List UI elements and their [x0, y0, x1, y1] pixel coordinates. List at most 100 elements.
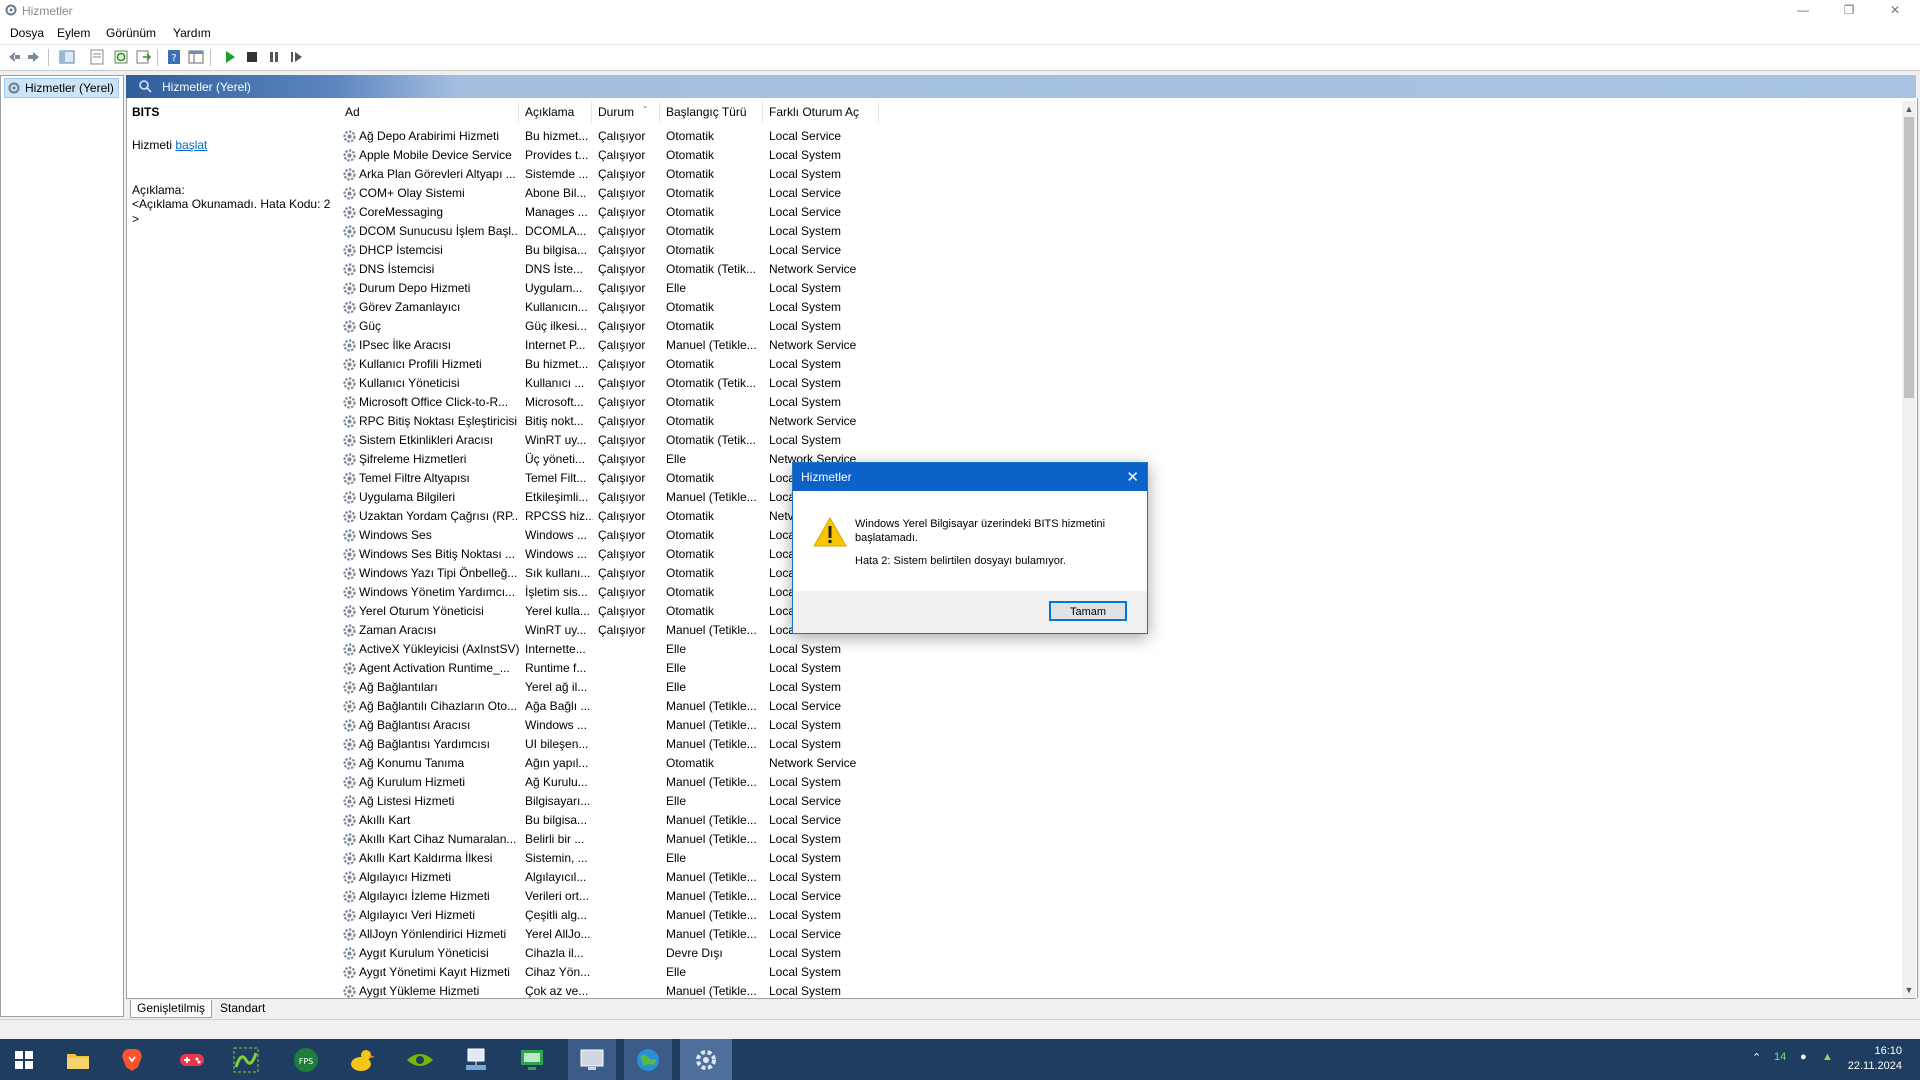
table-row[interactable]: Kullanıcı Profili Hizmeti Bu hizmet... Çal… [339, 355, 1899, 374]
taskbar-nvidia[interactable] [396, 1039, 444, 1080]
service-gear-icon [343, 130, 356, 143]
column-header-baslangic-turu[interactable]: Başlangıç Türü [660, 101, 763, 123]
table-row[interactable]: Agent Activation Runtime_... Runtime f...… [339, 659, 1899, 678]
export-list-icon[interactable] [135, 49, 151, 65]
table-row[interactable]: Aygıt Yükleme Hizmeti Çok az ve... Manuel … [339, 982, 1899, 998]
service-logon-as: Local System [769, 376, 842, 390]
help-icon[interactable]: ? [166, 49, 182, 65]
table-row[interactable]: Güç Güç ilkesi... Çalışıyor Otomatik Local S… [339, 317, 1899, 336]
service-gear-icon [343, 928, 356, 941]
scroll-down-icon[interactable]: ▼ [1904, 985, 1914, 995]
column-header-ad[interactable]: Ad [339, 101, 519, 123]
table-row[interactable]: AllJoyn Yönlendirici Hizmeti Yerel AllJo.… [339, 925, 1899, 944]
taskbar-globe-app[interactable] [624, 1039, 672, 1080]
column-header-label: Farklı Oturum Aç [769, 105, 860, 119]
table-row[interactable]: Arka Plan Görevleri Altyapı ... Sistemde … [339, 165, 1899, 184]
table-row[interactable]: Apple Mobile Device Service Provides t...… [339, 146, 1899, 165]
table-row[interactable]: Aygıt Kurulum Yöneticisi Cihazla il... Dev… [339, 944, 1899, 963]
tray-network-icon[interactable]: ▲ [1822, 1051, 1833, 1063]
stop-service-icon[interactable] [244, 49, 260, 65]
close-window-button[interactable]: ✕ [1872, 0, 1918, 22]
scroll-up-icon[interactable]: ▲ [1904, 104, 1914, 114]
tab-standart[interactable]: Standart [214, 1000, 271, 1017]
console-view-icon[interactable] [188, 49, 204, 65]
service-gear-icon [343, 529, 356, 542]
table-row[interactable]: Algılayıcı Veri Hizmeti Çeşitli alg... Man… [339, 906, 1899, 925]
table-row[interactable]: Ağ Kurulum Hizmeti Ağ Kurulu... Manuel (Te… [339, 773, 1899, 792]
service-name: Ağ Listesi Hizmeti [359, 794, 455, 808]
start-button[interactable] [0, 1039, 48, 1080]
table-row[interactable]: Aygıt Yönetimi Kayıt Hizmeti Cihaz Yön...… [339, 963, 1899, 982]
scrollbar-thumb[interactable] [1904, 117, 1914, 398]
tray-counter[interactable]: 14 [1774, 1051, 1786, 1063]
table-row[interactable]: Ağ Konumu Tanıma Ağın yapıl... Otomatik Net… [339, 754, 1899, 773]
resume-service-icon[interactable] [288, 49, 304, 65]
properties-sheet-icon[interactable] [89, 49, 105, 65]
column-header-farkli-oturum[interactable]: Farklı Oturum Aç [763, 101, 879, 123]
table-row[interactable]: Ağ Bağlantılı Cihazların Oto... Ağa Bağlı… [339, 697, 1899, 716]
table-row[interactable]: DNS İstemcisi DNS İste... Çalışıyor Otomati… [339, 260, 1899, 279]
vertical-scrollbar[interactable]: ▲ ▼ [1902, 101, 1916, 998]
service-gear-icon [343, 947, 356, 960]
start-service-icon[interactable] [222, 49, 238, 65]
service-name: Uygulama Bilgileri [359, 490, 456, 504]
menu-yardim[interactable]: Yardım [173, 26, 211, 40]
taskbar-services[interactable] [680, 1039, 732, 1080]
table-row[interactable]: Durum Depo Hizmeti Uygulam... Çalışıyor Ell… [339, 279, 1899, 298]
table-row[interactable]: Kullanıcı Yöneticisi Kullanıcı ... Çalışıy… [339, 374, 1899, 393]
table-row[interactable]: Akıllı Kart Bu bilgisa... Manuel (Tetikle.… [339, 811, 1899, 830]
table-row[interactable]: Görev Zamanlayıcı Kullanıcın... Çalışıyor O… [339, 298, 1899, 317]
taskbar-clock[interactable]: 16:10 22.11.2024 [1848, 1044, 1902, 1074]
table-row[interactable]: Ağ Bağlantıları Yerel ağ il... Elle Local S… [339, 678, 1899, 697]
table-row[interactable]: Algılayıcı İzleme Hizmeti Verileri ort...… [339, 887, 1899, 906]
table-row[interactable]: Ağ Depo Arabirimi Hizmeti Bu hizmet... Çal… [339, 127, 1899, 146]
forward-arrow-icon[interactable] [27, 49, 43, 65]
service-name: Windows Ses Bitiş Noktası ... [359, 547, 516, 561]
column-header-durum[interactable]: ⌄ Durum [592, 101, 660, 123]
table-row[interactable]: IPsec İlke Aracısı Internet P... Çalışıyor… [339, 336, 1899, 355]
table-row[interactable]: DHCP İstemcisi Bu bilgisa... Çalışıyor Otom… [339, 241, 1899, 260]
restore-button[interactable]: ❐ [1826, 0, 1872, 22]
column-header-aciklama[interactable]: Açıklama [519, 101, 592, 123]
service-status: Çalışıyor [598, 490, 646, 504]
ok-button[interactable]: Tamam [1049, 601, 1127, 621]
taskbar-snake-app[interactable] [222, 1039, 270, 1080]
table-row[interactable]: Sistem Etkinlikleri Aracısı WinRT uy... Ça… [339, 431, 1899, 450]
menu-eylem[interactable]: Eylem [57, 26, 90, 40]
back-arrow-icon[interactable] [5, 49, 21, 65]
refresh-icon[interactable] [113, 49, 129, 65]
taskbar-file-explorer[interactable] [54, 1039, 102, 1080]
service-status: Çalışıyor [598, 167, 646, 181]
table-row[interactable]: Algılayıcı Hizmeti Algılayıcıl... Manuel (… [339, 868, 1899, 887]
taskbar-network-tool[interactable] [452, 1039, 500, 1080]
taskbar-fps-monitor[interactable]: FPS [282, 1039, 330, 1080]
service-name: Algılayıcı Veri Hizmeti [359, 908, 476, 922]
tray-chevron-icon[interactable]: ⌃ [1752, 1051, 1761, 1064]
table-row[interactable]: ActiveX Yükleyicisi (AxInstSV) Internette… [339, 640, 1899, 659]
table-row[interactable]: DCOM Sunucusu İşlem Başl... DCOMLA... Çalı… [339, 222, 1899, 241]
tab-genisletilmis[interactable]: Genişletilmiş [130, 1000, 213, 1018]
table-row[interactable]: Ağ Listesi Hizmeti Bilgisayarı... Elle Loca… [339, 792, 1899, 811]
start-service-link[interactable]: başlat [175, 138, 207, 152]
table-row[interactable]: CoreMessaging Manages ... Çalışıyor Otomati… [339, 203, 1899, 222]
show-hide-tree-icon[interactable] [59, 49, 75, 65]
table-row[interactable]: Microsoft Office Click-to-R... Microsoft.… [339, 393, 1899, 412]
table-row[interactable]: Ağ Bağlantısı Aracısı Windows ... Manuel (… [339, 716, 1899, 735]
minimize-button[interactable]: — [1780, 0, 1826, 22]
taskbar-remote-desktop[interactable] [508, 1039, 556, 1080]
taskbar-duck-app[interactable] [338, 1039, 386, 1080]
table-row[interactable]: Akıllı Kart Kaldırma İlkesi Sistemin, ...… [339, 849, 1899, 868]
table-row[interactable]: Akıllı Kart Cihaz Numaralan... Belirli bi… [339, 830, 1899, 849]
dialog-close-icon[interactable]: ✕ [1126, 468, 1139, 486]
menu-dosya[interactable]: Dosya [10, 26, 44, 40]
menu-gorunum[interactable]: Görünüm [106, 26, 156, 40]
pause-service-icon[interactable] [266, 49, 282, 65]
table-row[interactable]: RPC Bitiş Noktası Eşleştiricisi Bitiş nok… [339, 412, 1899, 431]
table-row[interactable]: Ağ Bağlantısı Yardımcısı UI bileşen... Man… [339, 735, 1899, 754]
taskbar-game-app[interactable] [168, 1039, 216, 1080]
table-row[interactable]: COM+ Olay Sistemi Abone Bil... Çalışıyor Ot… [339, 184, 1899, 203]
taskbar-system-monitor[interactable] [568, 1039, 616, 1080]
tree-item-services-local[interactable]: Hizmetler (Yerel) [4, 78, 119, 98]
taskbar-brave[interactable] [108, 1039, 156, 1080]
tray-drop-icon[interactable]: ● [1800, 1051, 1807, 1063]
